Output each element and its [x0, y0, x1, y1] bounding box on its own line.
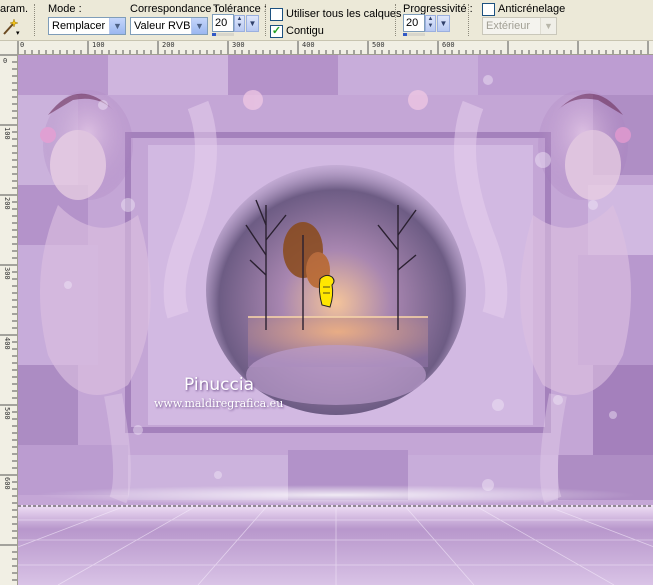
- param-label: aram.: [0, 3, 29, 15]
- ruler-label: 600: [442, 41, 455, 49]
- tolerance-input[interactable]: 20: [212, 14, 234, 32]
- ruler-label: 0: [3, 57, 8, 65]
- toolbar-grip[interactable]: [34, 4, 37, 36]
- mode-select[interactable]: Remplacer ▼: [48, 17, 126, 35]
- image-canvas[interactable]: Pinuccia www.maldiregrafica.eu: [18, 55, 653, 585]
- vertical-ruler: 0 100 200 300 400 500 600: [0, 54, 18, 585]
- correspondance-value: Valeur RVB: [134, 20, 191, 32]
- watermark-name: Pinuccia: [184, 375, 254, 395]
- chevron-down-icon[interactable]: ▼: [191, 18, 207, 34]
- progressivite-spinner[interactable]: 20 ▲ ▼ ▼: [403, 14, 453, 36]
- contigu-label: Contigu: [286, 25, 324, 37]
- correspondance-label: Correspondance :: [130, 3, 218, 15]
- ruler-label: 500: [3, 407, 11, 420]
- ruler-label: 600: [3, 477, 11, 490]
- tolerance-spinner[interactable]: 20 ▲ ▼ ▼: [212, 14, 262, 36]
- chevron-down-icon[interactable]: ▼: [437, 15, 450, 32]
- correspondance-select[interactable]: Valeur RVB ▼: [130, 17, 208, 35]
- progressivite-input[interactable]: 20: [403, 14, 425, 32]
- ruler-label: 200: [162, 41, 175, 49]
- tolerance-updown[interactable]: ▲ ▼: [234, 15, 245, 32]
- use-all-layers-label: Utiliser tous les calques: [286, 8, 402, 20]
- antialias-mode-select[interactable]: Extérieur ▼: [482, 17, 557, 35]
- contigu-checkbox[interactable]: ✓: [270, 25, 283, 38]
- antialias-checkbox[interactable]: [482, 3, 495, 16]
- antialias-label: Anticrénelage: [498, 3, 566, 15]
- ruler-label: 200: [3, 197, 11, 210]
- ruler-label: 100: [3, 127, 11, 140]
- progressivite-updown[interactable]: ▲ ▼: [425, 15, 436, 32]
- use-all-layers-checkbox[interactable]: [270, 8, 283, 21]
- ruler-label: 400: [302, 41, 315, 49]
- progressivite-slider[interactable]: [403, 33, 425, 36]
- ruler-label: 0: [20, 41, 25, 49]
- ruler-label: 300: [3, 267, 11, 280]
- watermark-url: www.maldiregrafica.eu: [154, 397, 284, 410]
- artwork: [18, 55, 653, 585]
- toolbar-grip[interactable]: [395, 4, 398, 36]
- pointer-hand-icon: [318, 274, 335, 308]
- floor-grid: [18, 505, 653, 585]
- ruler-label: 500: [372, 41, 385, 49]
- ruler-label: 300: [232, 41, 245, 49]
- tolerance-slider[interactable]: [212, 33, 234, 36]
- horizontal-ruler: 0 100 200 300 400 500 600: [0, 41, 653, 55]
- tool-options-bar: aram. ▾ Mode : Remplacer ▼ Correspondanc…: [0, 0, 653, 41]
- magic-wand-icon[interactable]: ▾: [1, 18, 21, 37]
- mode-label: Mode :: [48, 3, 82, 15]
- mode-value: Remplacer: [52, 20, 106, 32]
- toolbar-grip[interactable]: [265, 4, 268, 36]
- svg-text:▾: ▾: [16, 29, 20, 36]
- antialias-mode-value: Extérieur: [486, 20, 531, 32]
- ruler-label: 100: [92, 41, 105, 49]
- ruler-label: 400: [3, 337, 11, 350]
- toolbar-grip[interactable]: [468, 4, 471, 36]
- chevron-down-icon[interactable]: ▼: [246, 15, 259, 32]
- chevron-down-icon[interactable]: ▼: [540, 18, 556, 34]
- chevron-down-icon[interactable]: ▼: [109, 18, 125, 34]
